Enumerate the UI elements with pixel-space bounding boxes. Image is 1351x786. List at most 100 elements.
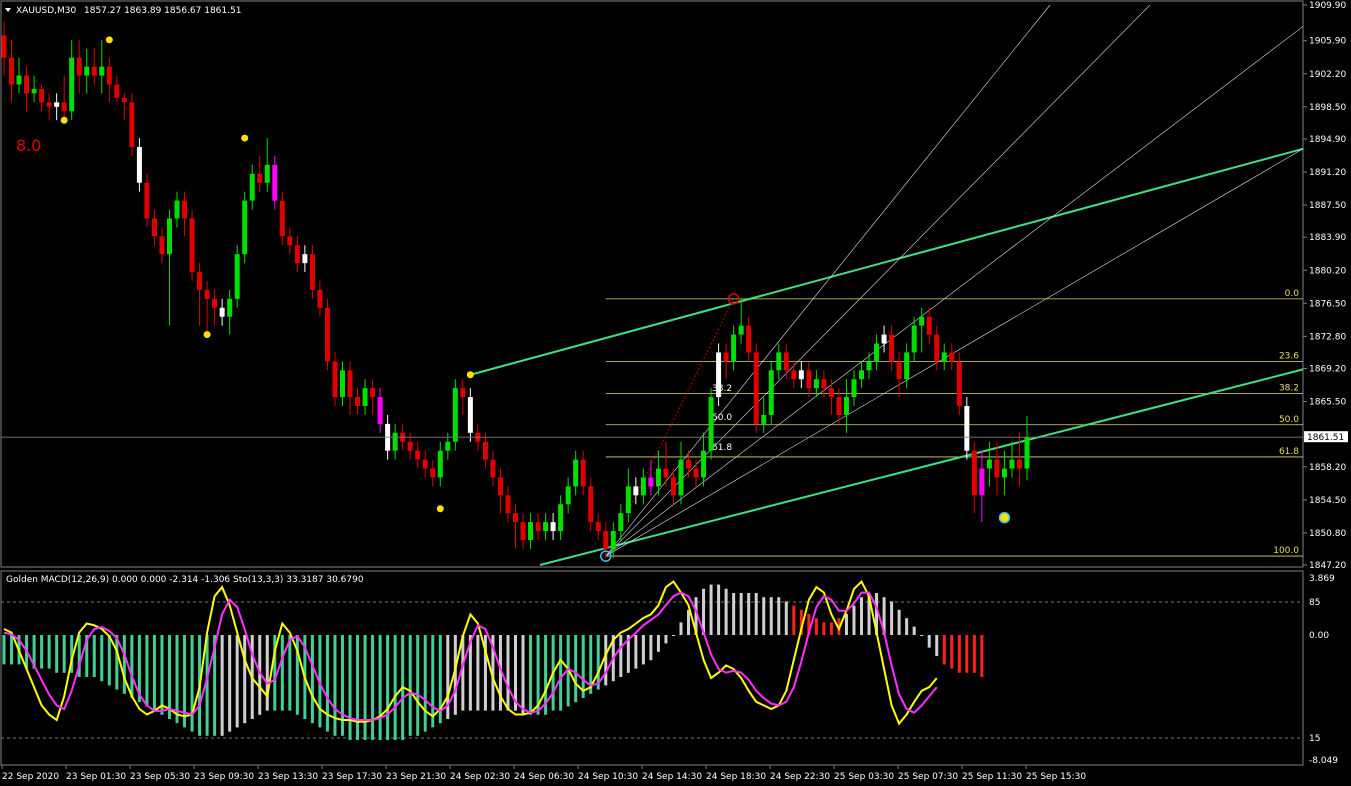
histogram-bar (641, 635, 645, 665)
candle-body (1, 35, 7, 58)
histogram-bar (167, 635, 171, 719)
price-tick-label: 1898.50 (1309, 103, 1346, 113)
candle-body (528, 522, 534, 540)
histogram-bar (122, 635, 126, 694)
candle-body (874, 343, 880, 362)
time-tick-label: 25 Sep 07:30 (898, 772, 958, 782)
candle-body (355, 397, 361, 407)
histogram-bar (814, 618, 818, 635)
histogram-bar (671, 635, 675, 636)
histogram-bar (152, 635, 156, 711)
candle-body (272, 164, 278, 201)
histogram-bar (747, 593, 751, 635)
histogram-bar (243, 635, 247, 724)
candle-body (828, 388, 834, 398)
histogram-bar (356, 635, 360, 740)
swing-marker (436, 505, 444, 513)
candle-body (144, 182, 150, 219)
price-tick-label: 1887.50 (1309, 201, 1346, 211)
histogram-bar (107, 635, 111, 686)
candle-body (452, 388, 458, 442)
candle-body (407, 441, 413, 451)
candle-body (227, 298, 233, 317)
histogram-bar (431, 635, 435, 728)
candle-body (640, 477, 646, 496)
candle-body (197, 272, 203, 290)
histogram-bar (717, 584, 721, 635)
time-tick-label: 24 Sep 06:30 (514, 772, 574, 782)
histogram-bar (228, 635, 232, 732)
candle-body (370, 388, 376, 398)
candle-body (234, 254, 240, 299)
time-tick-label: 25 Sep 03:30 (834, 772, 894, 782)
price-tick-label: 1872.80 (1309, 332, 1346, 342)
time-tick-label: 24 Sep 14:30 (642, 772, 702, 782)
candle-body (182, 200, 188, 219)
candle-body (106, 66, 112, 85)
candle-body (490, 459, 496, 478)
candle-body (806, 370, 812, 389)
fib-level-label: 23.6 (1279, 351, 1299, 361)
histogram-bar (574, 635, 578, 703)
candle-body (558, 504, 564, 532)
histogram-bar (529, 635, 533, 715)
candle-body (332, 361, 338, 398)
histogram-bar (521, 635, 525, 715)
candle-body (648, 477, 654, 487)
price-tick-label: 1894.90 (1309, 135, 1346, 145)
candle-body (746, 325, 752, 353)
price-tick-label: 1847.20 (1309, 561, 1346, 571)
candle-body (866, 361, 872, 371)
candle-body (114, 84, 120, 98)
candle-body (174, 200, 180, 219)
histogram-bar (160, 635, 164, 715)
candle-body (949, 352, 955, 362)
histogram-bar (822, 622, 826, 635)
candle-body (204, 289, 210, 299)
candle-body (723, 352, 729, 362)
candle-body (580, 459, 586, 487)
candle-body (686, 459, 692, 469)
histogram-bar (100, 635, 104, 682)
candle-body (535, 522, 541, 532)
histogram-bar (732, 593, 736, 635)
candle-body (1001, 468, 1007, 478)
histogram-bar (92, 635, 96, 677)
candle-body (881, 334, 887, 344)
candle-body (603, 531, 609, 549)
fib-level-label: 38.2 (1279, 384, 1299, 394)
candle-body (136, 147, 142, 183)
time-tick-label: 22 Sep 2020 (2, 772, 59, 782)
histogram-bar (363, 635, 367, 740)
candle-body (813, 379, 819, 389)
candle-body (565, 486, 571, 505)
candle-body (843, 397, 849, 415)
candle-body (121, 97, 127, 103)
histogram-bar (386, 635, 390, 740)
fan-label: 38.2 (712, 384, 732, 394)
histogram-bar (130, 635, 134, 698)
candle-body (573, 459, 579, 487)
candle-body (1009, 459, 1015, 469)
histogram-bar (860, 597, 864, 635)
candle-body (543, 522, 549, 532)
candle-body (422, 459, 428, 469)
fib-level-label: 100.0 (1273, 546, 1299, 556)
ohlc-values: 1857.27 1863.89 1856.67 1861.51 (84, 6, 241, 16)
histogram-bar (709, 584, 713, 635)
indicator-header: Golden MACD(12,26,9) 0.000 0.000 -2.314 … (6, 575, 364, 585)
histogram-bar (371, 635, 375, 740)
histogram-bar (47, 635, 51, 669)
price-tick-label: 1905.90 (1309, 37, 1346, 47)
candle-body (693, 468, 699, 478)
candle-body (708, 397, 714, 451)
price-tick-label: 1865.50 (1309, 398, 1346, 408)
current-price-tag-text: 1861.51 (1307, 433, 1344, 443)
histogram-bar (190, 635, 194, 732)
indicator-tick-label: -8.049 (1309, 756, 1338, 766)
candle-body (69, 57, 75, 112)
candle-body (189, 218, 195, 273)
candle-body (783, 352, 789, 371)
overlay-value-label: 8.0 (16, 136, 41, 155)
candle-body (9, 57, 15, 85)
